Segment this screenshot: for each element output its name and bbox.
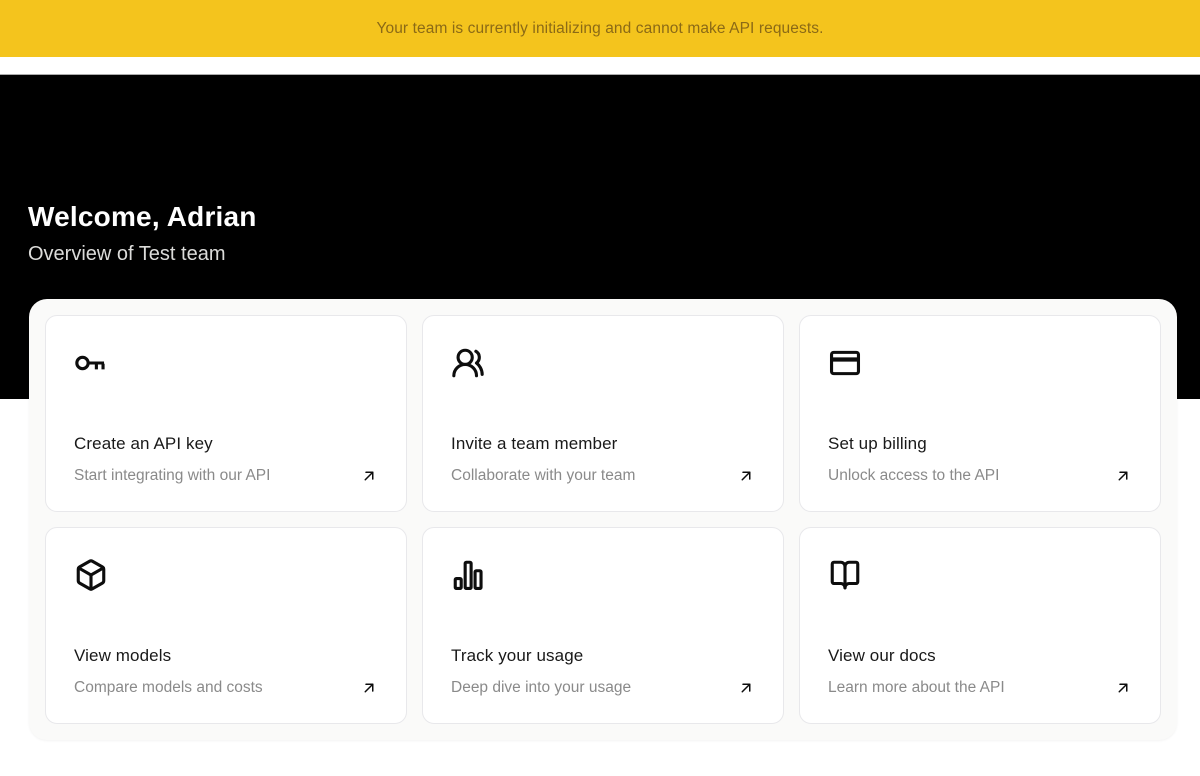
arrow-up-right-icon — [1114, 679, 1132, 697]
card-title: Invite a team member — [451, 434, 755, 454]
team-overview-subheading: Overview of Test team — [28, 243, 1172, 266]
card-subtitle: Start integrating with our API — [74, 467, 270, 485]
card-view-docs[interactable]: View our docs Learn more about the API — [799, 527, 1161, 724]
arrow-up-right-icon — [360, 679, 378, 697]
card-track-usage[interactable]: Track your usage Deep dive into your usa… — [422, 527, 784, 724]
credit-card-icon — [828, 346, 862, 380]
card-title: Track your usage — [451, 646, 755, 666]
card-subtitle: Collaborate with your team — [451, 467, 635, 485]
banner-message: Your team is currently initializing and … — [376, 20, 823, 38]
top-divider-strip — [0, 57, 1200, 75]
arrow-up-right-icon — [1114, 467, 1132, 485]
card-invite-team-member[interactable]: Invite a team member Collaborate with yo… — [422, 315, 784, 512]
card-title: View our docs — [828, 646, 1132, 666]
card-view-models[interactable]: View models Compare models and costs — [45, 527, 407, 724]
card-subtitle: Learn more about the API — [828, 679, 1005, 697]
book-open-icon — [828, 558, 862, 592]
cube-icon — [74, 558, 108, 592]
quickstart-grid: Create an API key Start integrating with… — [45, 315, 1161, 724]
card-subtitle: Compare models and costs — [74, 679, 263, 697]
card-title: Set up billing — [828, 434, 1132, 454]
key-icon — [74, 346, 108, 380]
bar-chart-icon — [451, 558, 485, 592]
card-subtitle: Deep dive into your usage — [451, 679, 631, 697]
card-title: Create an API key — [74, 434, 378, 454]
card-set-up-billing[interactable]: Set up billing Unlock access to the API — [799, 315, 1161, 512]
welcome-heading: Welcome, Adrian — [28, 201, 1172, 233]
quickstart-panel: Create an API key Start integrating with… — [29, 299, 1177, 740]
card-title: View models — [74, 646, 378, 666]
users-icon — [451, 346, 485, 380]
arrow-up-right-icon — [737, 467, 755, 485]
card-create-api-key[interactable]: Create an API key Start integrating with… — [45, 315, 407, 512]
team-initializing-banner: Your team is currently initializing and … — [0, 0, 1200, 57]
card-subtitle: Unlock access to the API — [828, 467, 999, 485]
arrow-up-right-icon — [360, 467, 378, 485]
arrow-up-right-icon — [737, 679, 755, 697]
